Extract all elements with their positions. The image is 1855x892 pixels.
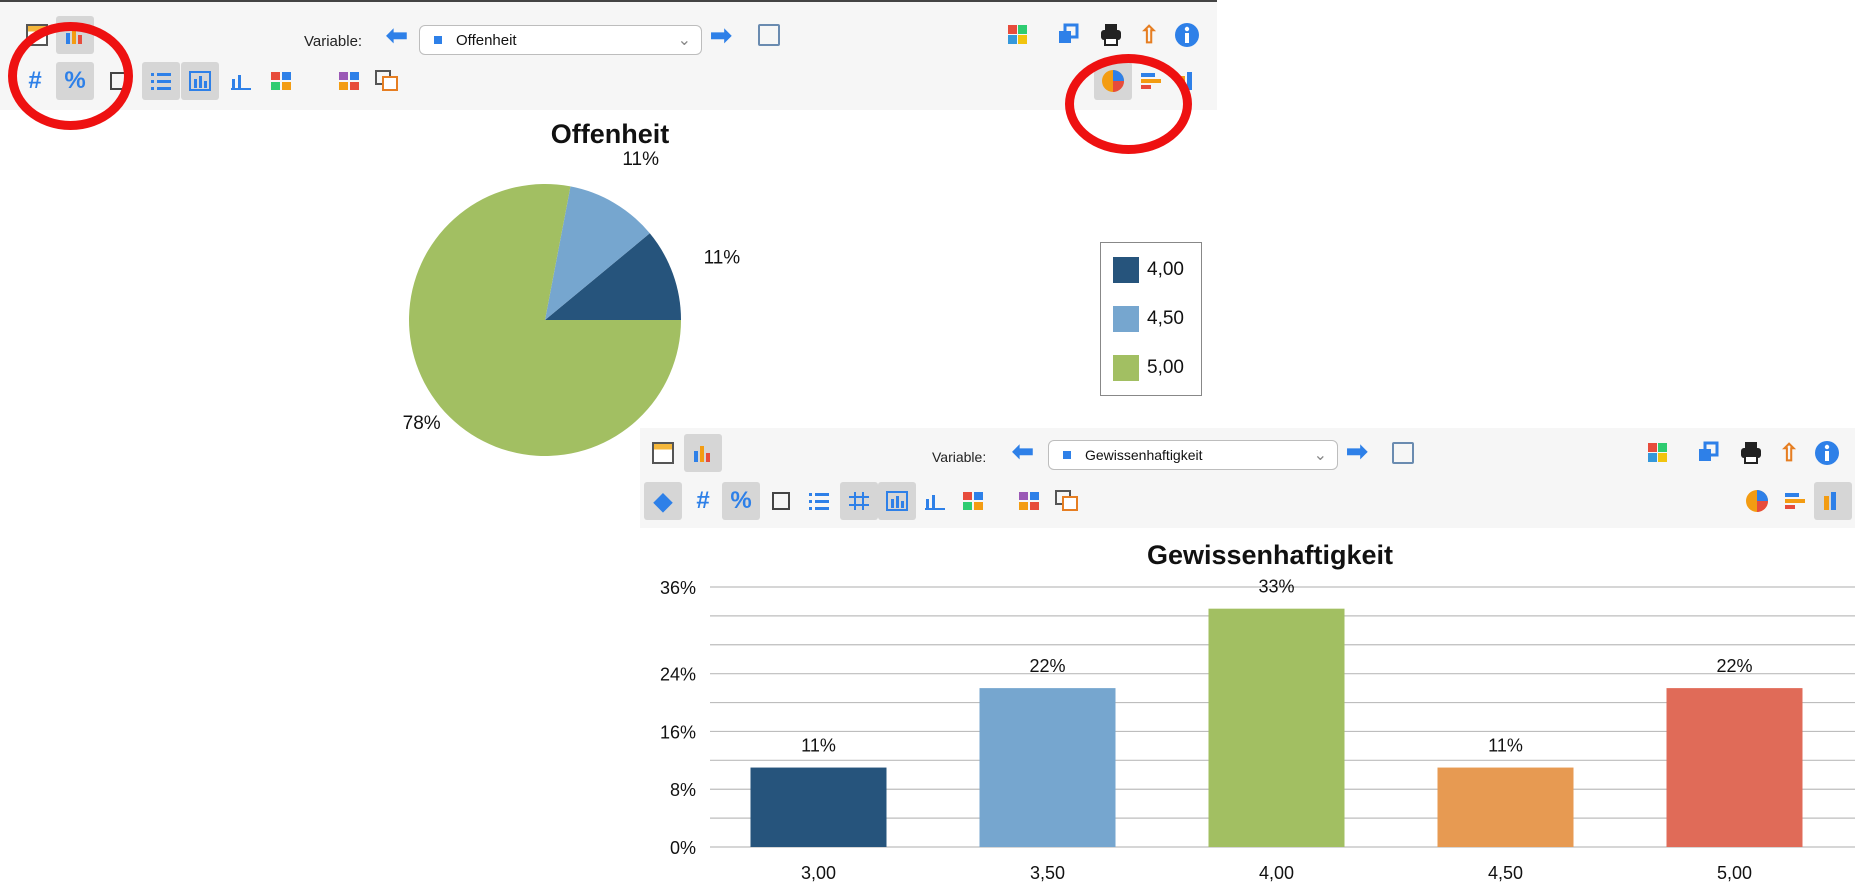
y-tick-label: 24% [660, 665, 696, 685]
y-tick-label: 8% [670, 780, 696, 800]
x-tick-label: 4,00 [1259, 863, 1294, 883]
bar [750, 767, 887, 847]
bar-value-label: 11% [1488, 736, 1523, 756]
bar [979, 688, 1116, 847]
pie-slice-label: 11% [704, 247, 741, 268]
bar [1208, 608, 1345, 847]
pie-slice-label: 11% [622, 149, 659, 170]
pie-chart: 11% 11% 78% [403, 149, 741, 457]
legend-item: 5,00 [1113, 355, 1184, 381]
x-tick-label: 3,00 [801, 863, 836, 883]
bar-value-label: 11% [801, 736, 836, 756]
legend-item: 4,50 [1113, 306, 1184, 332]
pie-slice-label: 78% [403, 413, 441, 434]
bar-value-label: 33% [1258, 577, 1294, 597]
bar [1437, 767, 1574, 847]
x-tick-label: 4,50 [1488, 863, 1523, 883]
bar-value-label: 22% [1029, 656, 1065, 676]
red-highlight-circle [8, 22, 133, 130]
bar-chart: 0% 8% 16% 24% 36% 11% 3,00 22% 3,50 33% 4,00 11% 4,5… [660, 577, 1855, 883]
pie-legend: 4,00 4,50 5,00 [1100, 242, 1202, 396]
y-tick-label: 0% [670, 838, 696, 858]
legend-item: 4,00 [1113, 257, 1184, 283]
x-tick-label: 5,00 [1717, 863, 1752, 883]
bar [1666, 688, 1803, 847]
bar-value-label: 22% [1716, 656, 1752, 676]
red-highlight-circle [1065, 54, 1192, 154]
x-tick-label: 3,50 [1030, 863, 1065, 883]
offenheit-window: Variable: ⬅ Offenheit ⌄ ➡ ⇧ # % Offenhei… [0, 0, 1217, 457]
y-tick-label: 16% [660, 722, 696, 742]
y-tick-label: 36% [660, 578, 696, 598]
gewissenhaftigkeit-window: Variable: ⬅ Gewissenhaftigkeit ⌄ ➡ ⇧ ◆ #… [640, 428, 1855, 892]
